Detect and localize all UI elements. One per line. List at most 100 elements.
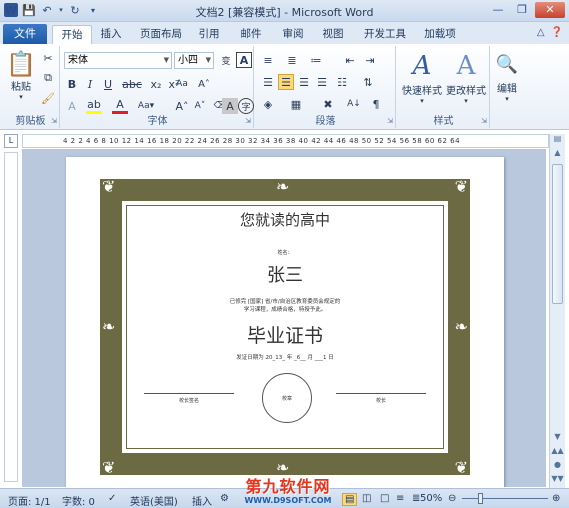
char-border-icon[interactable]: A xyxy=(236,52,252,68)
tab-mailings[interactable]: 邮件 xyxy=(236,25,266,44)
italic-icon[interactable]: I xyxy=(82,76,98,92)
zoom-slider-thumb[interactable] xyxy=(478,493,483,504)
language-indicator[interactable]: 英语(美国) xyxy=(130,493,178,508)
change-styles-label: 更改样式 xyxy=(446,86,486,97)
copy-icon[interactable]: ⧉ xyxy=(40,70,56,86)
align-right-icon[interactable]: ☰ xyxy=(296,74,312,90)
tab-selector[interactable]: L xyxy=(4,134,18,148)
right-signature-label: 校长 xyxy=(375,398,386,404)
tab-file[interactable]: 文件 xyxy=(3,24,47,44)
top-ornament-icon: ❧ xyxy=(276,177,290,196)
close-icon[interactable]: ✕ xyxy=(535,2,565,18)
tab-references[interactable]: 引用 xyxy=(194,25,224,44)
previous-page-icon[interactable]: ▲▲ xyxy=(550,446,565,460)
scroll-thumb[interactable] xyxy=(552,164,563,304)
watermark-url: WWW.D9SOFT.COM xyxy=(244,496,332,505)
browse-object-icon[interactable]: ● xyxy=(550,460,565,474)
underline-icon[interactable]: U xyxy=(100,76,116,92)
tab-page-layout[interactable]: 页面布局 xyxy=(136,25,186,44)
minimize-ribbon-icon[interactable]: △ xyxy=(537,27,545,38)
left-signature-label: 校长签名 xyxy=(178,398,199,404)
macro-icon[interactable]: ⚙ xyxy=(220,493,229,504)
zoom-out-icon[interactable]: ⊖ xyxy=(448,493,456,504)
scroll-up-icon[interactable]: ▲ xyxy=(550,148,565,162)
borders-icon[interactable]: ▦ xyxy=(288,96,304,112)
certificate-title: 毕业证书 xyxy=(246,325,323,347)
styles-group-label: 样式 xyxy=(433,116,454,127)
sort-icon[interactable]: A↓ xyxy=(346,96,362,112)
restore-icon[interactable]: ❐ xyxy=(511,2,533,18)
insert-mode[interactable]: 插入 xyxy=(192,493,212,508)
justify-icon[interactable]: ☰ xyxy=(314,74,330,90)
minimize-icon[interactable]: — xyxy=(487,2,509,18)
paragraph-launcher-icon[interactable]: ⇲ xyxy=(387,117,393,125)
chinese-layout-icon[interactable]: ✖ xyxy=(320,96,336,112)
subscript-icon[interactable]: x₂ xyxy=(148,76,164,92)
zoom-in-icon[interactable]: ⊕ xyxy=(552,493,560,504)
phonetic-guide-icon[interactable]: 变 xyxy=(218,52,234,68)
full-screen-reading-icon[interactable]: ◫ xyxy=(362,493,371,504)
school-heading: 您就读的高中 xyxy=(239,211,330,229)
tab-developer[interactable]: 开发工具 xyxy=(360,25,410,44)
increase-indent-icon[interactable]: ⇥ xyxy=(362,52,378,68)
cut-icon[interactable]: ✂ xyxy=(40,50,56,66)
body-line-1: 已修完 [国家] 省/市/自治区教育委员会规定的 xyxy=(229,299,341,305)
side-ornament-icon: ❧ xyxy=(102,317,116,336)
tab-addins[interactable]: 加载项 xyxy=(420,25,460,44)
document-page[interactable]: ❦ ❦ ❦ ❦ ❧ ❧ ❧ ❧ 您就读的高中 姓名： 张三 已修完 [国家] 省… xyxy=(66,157,504,487)
grow-font-icon[interactable]: A˄ xyxy=(196,76,212,92)
vertical-scrollbar[interactable]: ▤ ▲ ▼ ▲▲ ● ▼▼ xyxy=(549,134,565,488)
tab-view[interactable]: 视图 xyxy=(318,25,348,44)
ribbon: 📋 粘贴 ▾ ✂ ⧉ 🖌 剪贴板 ⇲ 宋体 ▼ 小四 ▼ 变 A B I U abc… xyxy=(0,44,569,130)
binoculars-icon: 🔍 xyxy=(495,54,519,75)
page-count[interactable]: 页面: 1/1 xyxy=(8,493,51,508)
tab-home[interactable]: 开始 xyxy=(52,25,92,44)
strikethrough-icon[interactable]: abc xyxy=(122,76,142,92)
multilevel-list-icon[interactable]: ≔ xyxy=(308,52,324,68)
scroll-down-icon[interactable]: ▼ xyxy=(550,432,565,446)
styles-launcher-icon[interactable]: ⇲ xyxy=(481,117,487,125)
quick-styles-button[interactable]: A 快速样式 ▾ xyxy=(400,50,444,105)
font-group-label: 字体 xyxy=(147,116,168,127)
decrease-indent-icon[interactable]: ⇤ xyxy=(342,52,358,68)
change-styles-button[interactable]: A 更改样式 ▾ xyxy=(444,50,488,105)
font-name-select[interactable]: 宋体 ▼ xyxy=(64,52,172,69)
numbering-icon[interactable]: ≣ xyxy=(284,52,300,68)
word-count[interactable]: 字数: 0 xyxy=(62,493,95,508)
horizontal-ruler[interactable]: 4 2 2 4 6 8 10 12 14 16 18 20 22 24 26 2… xyxy=(22,134,549,148)
shading-icon[interactable]: ◈ xyxy=(260,96,276,112)
corner-ornament-icon: ❦ xyxy=(102,458,116,477)
editing-button[interactable]: 🔍 编辑 ▾ xyxy=(492,50,522,103)
tab-insert[interactable]: 插入 xyxy=(96,25,126,44)
align-center-icon[interactable]: ☰ xyxy=(278,74,294,90)
student-name: 张三 xyxy=(267,265,303,286)
corner-ornament-icon: ❦ xyxy=(102,177,116,196)
clipboard-launcher-icon[interactable]: ⇲ xyxy=(51,117,57,125)
bullets-icon[interactable]: ≡ xyxy=(260,52,276,68)
side-ornament-icon: ❧ xyxy=(454,317,468,336)
show-marks-icon[interactable]: ¶ xyxy=(368,96,384,112)
print-layout-icon[interactable]: ▤ xyxy=(342,493,358,506)
zoom-slider[interactable] xyxy=(462,498,548,499)
line-spacing-icon[interactable]: ⇅ xyxy=(360,74,376,90)
ruler-toggle-icon[interactable]: ▤ xyxy=(550,134,565,148)
outline-icon[interactable]: ≡ xyxy=(396,493,404,504)
proofing-icon[interactable]: ✓ xyxy=(108,493,116,504)
zoom-level[interactable]: 50% xyxy=(420,493,442,504)
format-painter-icon[interactable]: 🖌 xyxy=(40,90,56,106)
font-launcher-icon[interactable]: ⇲ xyxy=(245,117,251,125)
tab-review[interactable]: 审阅 xyxy=(278,25,308,44)
web-layout-icon[interactable]: □ xyxy=(380,493,389,504)
paste-button[interactable]: 📋 粘贴 ▾ xyxy=(6,50,36,101)
vertical-ruler[interactable] xyxy=(4,152,18,482)
editing-label: 编辑 xyxy=(497,84,517,95)
ruler-ticks: 4 2 2 4 6 8 10 12 14 16 18 20 22 24 26 2… xyxy=(63,137,461,145)
help-icon[interactable]: ❓ xyxy=(551,27,563,38)
next-page-icon[interactable]: ▼▼ xyxy=(550,474,565,488)
font-size-select[interactable]: 小四 ▼ xyxy=(174,52,214,69)
site-watermark-logo: 第九软件网 WWW.D9SOFT.COM xyxy=(236,478,340,508)
bold-icon[interactable]: B xyxy=(64,76,80,92)
distributed-icon[interactable]: ☷ xyxy=(334,74,350,90)
align-left-icon[interactable]: ☰ xyxy=(260,74,276,90)
change-case-icon[interactable]: Aa xyxy=(174,76,190,92)
